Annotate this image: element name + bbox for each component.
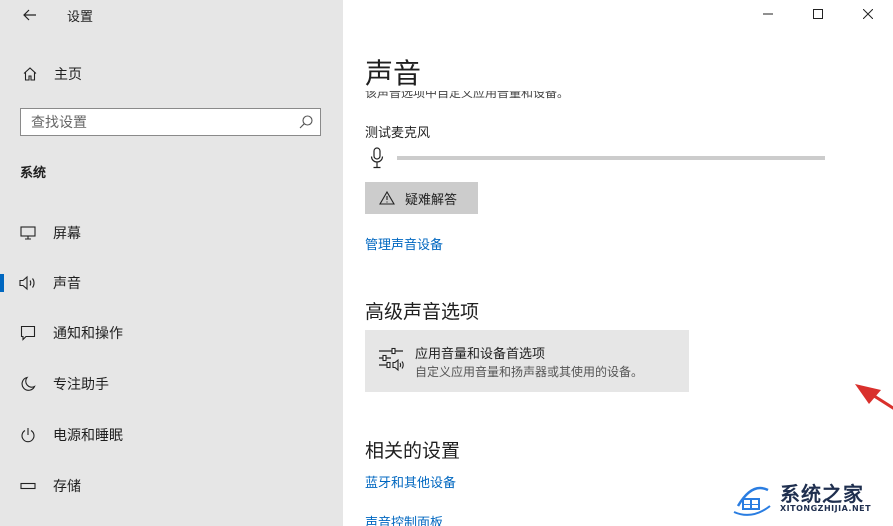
- bluetooth-devices-link[interactable]: 蓝牙和其他设备: [365, 472, 456, 491]
- mic-test-label: 测试麦克风: [365, 126, 431, 141]
- sidebar-item-label: 通知和操作: [53, 326, 123, 342]
- mic-level-meter: [397, 156, 825, 160]
- scrolled-description: 该声音选项中自定义应用音量和设备。: [365, 91, 569, 101]
- close-icon: [863, 9, 873, 19]
- sidebar-item-label: 存储: [53, 479, 81, 495]
- sidebar-item-storage[interactable]: 存储: [0, 466, 343, 506]
- mixer-sliders-icon: [379, 347, 404, 372]
- search-icon[interactable]: [298, 114, 314, 130]
- window-controls: [743, 0, 893, 28]
- page-title: 声音: [365, 57, 422, 90]
- maximize-icon: [813, 9, 823, 19]
- watermark-title: 系统之家: [780, 482, 864, 506]
- moon-icon: [18, 374, 38, 394]
- sidebar-item-sound[interactable]: 声音: [0, 263, 343, 303]
- search-input[interactable]: [21, 109, 293, 137]
- app-title: 设置: [67, 10, 94, 25]
- scrolled-description-text: 该声音选项中自定义应用音量和设备。: [365, 91, 570, 100]
- home-label: 主页: [54, 67, 82, 83]
- microphone-icon: [370, 147, 384, 169]
- back-button[interactable]: [16, 2, 44, 28]
- sidebar-item-label: 电源和睡眠: [53, 428, 123, 444]
- monitor-icon: [18, 223, 38, 243]
- warning-icon: [379, 190, 395, 206]
- section-label: 系统: [20, 166, 47, 181]
- sidebar-item-label: 专注助手: [53, 377, 109, 393]
- back-arrow-icon: [23, 9, 36, 21]
- app-volume-preferences-item[interactable]: 应用音量和设备首选项 自定义应用音量和扬声器或其使用的设备。: [365, 330, 689, 392]
- troubleshoot-label: 疑难解答: [405, 192, 458, 208]
- storage-icon: [18, 476, 38, 496]
- app-volume-title: 应用音量和设备首选项: [415, 347, 546, 362]
- sidebar-item-power-sleep[interactable]: 电源和睡眠: [0, 415, 343, 455]
- related-settings-heading: 相关的设置: [365, 440, 461, 462]
- sidebar-item-label: 屏幕: [53, 226, 81, 242]
- sound-control-panel-link[interactable]: 声音控制面板: [365, 512, 443, 526]
- sidebar-item-notifications[interactable]: 通知和操作: [0, 313, 343, 353]
- app-volume-subtitle: 自定义应用音量和扬声器或其使用的设备。: [415, 365, 644, 379]
- sidebar: 设置 主页 系统 屏幕 声音 通知和操作 专注助手: [0, 0, 343, 526]
- main-panel: 声音 该声音选项中自定义应用音量和设备。 测试麦克风 疑难解答 管理声音设备 高…: [343, 0, 893, 526]
- manage-sound-devices-link[interactable]: 管理声音设备: [365, 234, 443, 253]
- watermark-logo-icon: [733, 486, 771, 516]
- advanced-sound-heading: 高级声音选项: [365, 301, 480, 323]
- annotation-arrow-icon: [855, 384, 893, 410]
- notification-icon: [18, 323, 38, 343]
- search-box[interactable]: [20, 108, 321, 137]
- maximize-button[interactable]: [793, 0, 843, 28]
- sidebar-item-label: 声音: [53, 276, 81, 292]
- sidebar-item-display[interactable]: 屏幕: [0, 213, 343, 253]
- minimize-icon: [763, 13, 773, 15]
- close-button[interactable]: [843, 0, 893, 28]
- minimize-button[interactable]: [743, 0, 793, 28]
- watermark: 系统之家 XITONGZHIJIA.NET: [728, 474, 893, 524]
- home-icon: [20, 64, 40, 84]
- sidebar-item-home[interactable]: 主页: [0, 58, 343, 90]
- speaker-icon: [18, 273, 38, 293]
- watermark-subtitle: XITONGZHIJIA.NET: [780, 504, 872, 513]
- titlebar-left: 设置: [0, 0, 343, 30]
- troubleshoot-button[interactable]: 疑难解答: [365, 182, 478, 214]
- sidebar-item-focus-assist[interactable]: 专注助手: [0, 364, 343, 404]
- power-icon: [18, 425, 38, 445]
